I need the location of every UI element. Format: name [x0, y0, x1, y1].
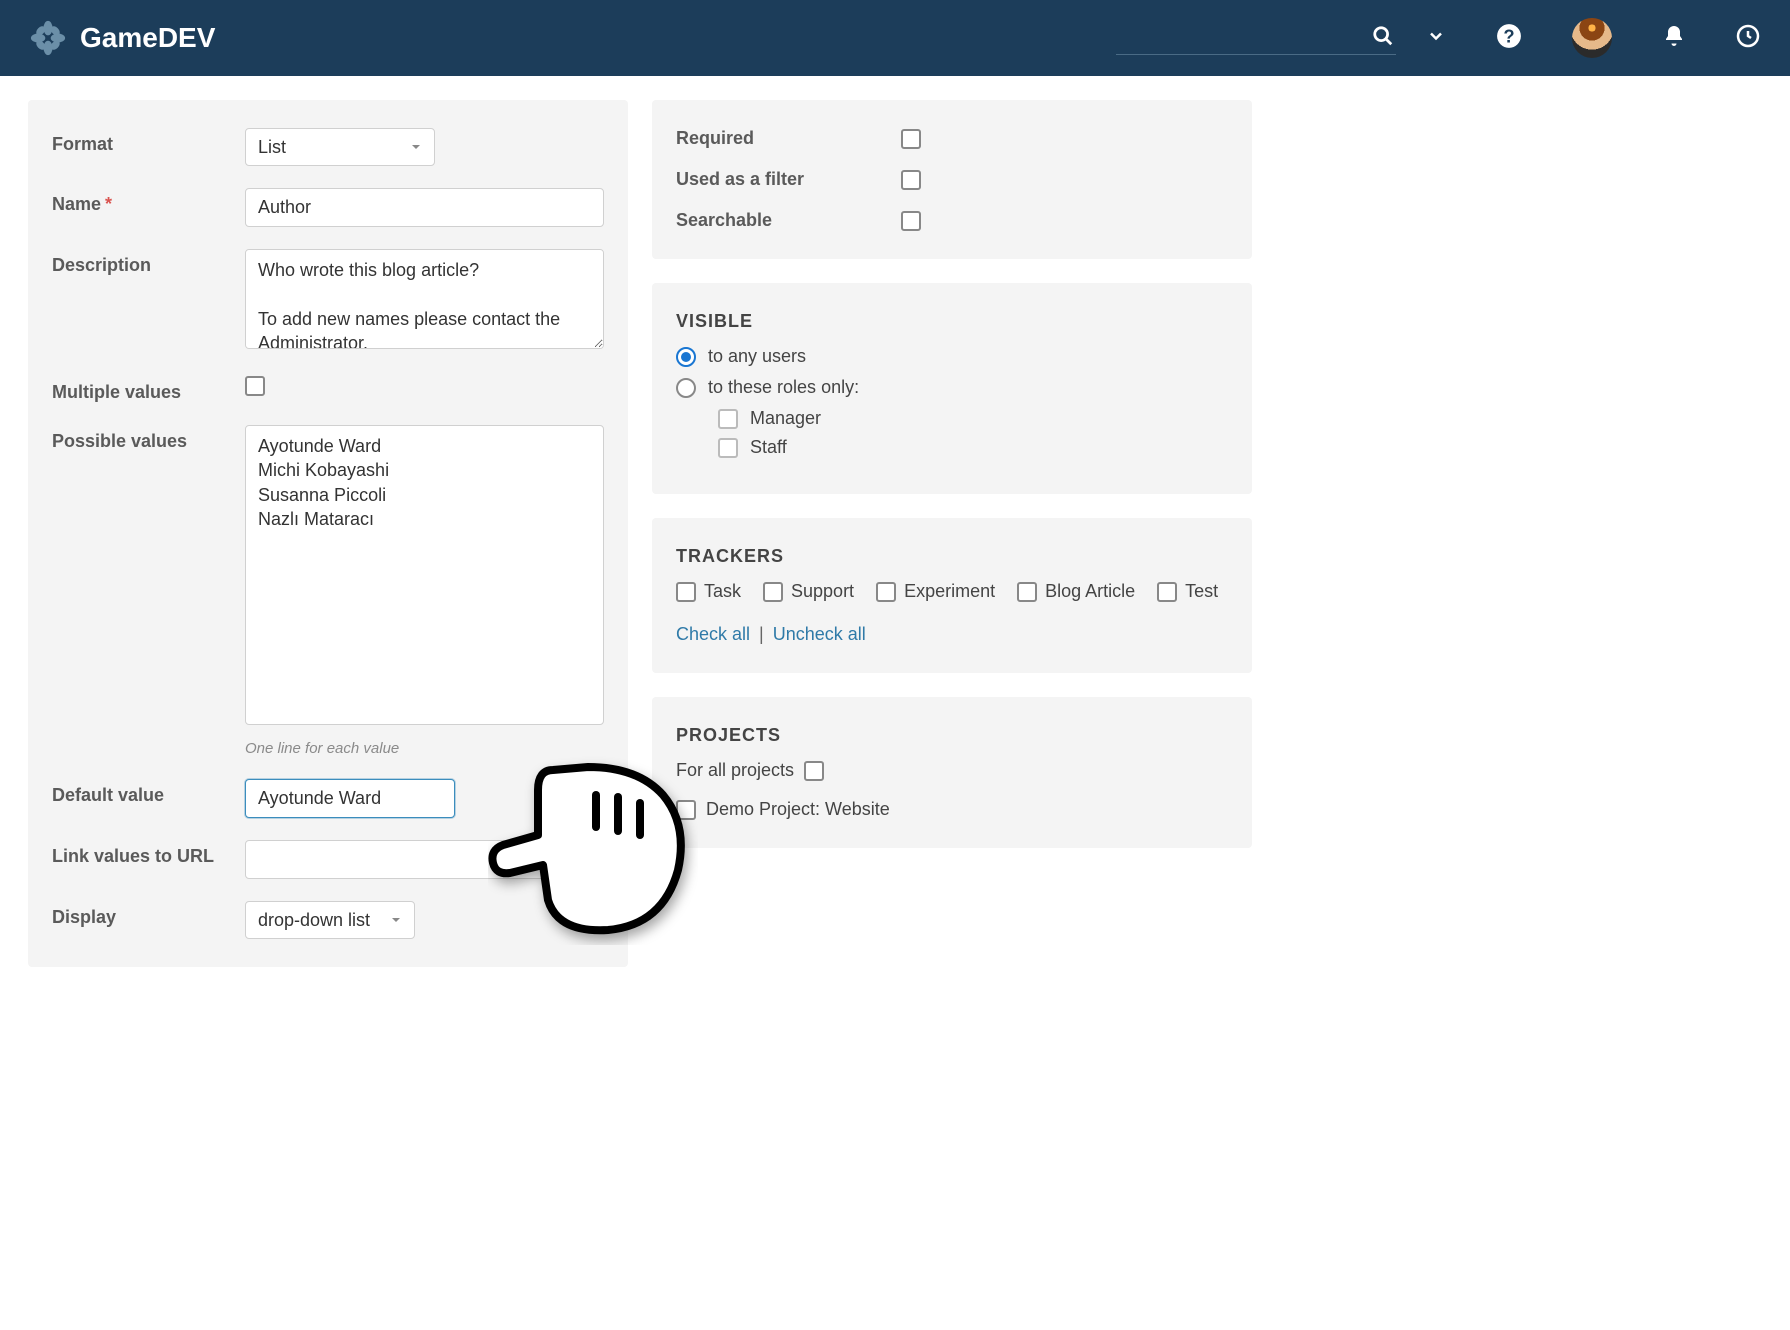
possible-hint: One line for each value — [245, 740, 604, 757]
tracker-checkbox[interactable] — [676, 582, 696, 602]
row-searchable: Searchable — [676, 210, 1228, 231]
tracker-item[interactable]: Task — [676, 581, 741, 602]
page-content: Format List Name* Description Multiple v… — [0, 76, 1280, 991]
description-textarea[interactable] — [245, 249, 604, 349]
search-input[interactable] — [1116, 21, 1396, 55]
default-value-input[interactable] — [245, 779, 455, 818]
avatar[interactable] — [1572, 18, 1612, 58]
visible-any-label: to any users — [708, 346, 806, 367]
row-required: Required — [676, 128, 1228, 149]
brand-wrap[interactable]: GameDEV — [30, 20, 215, 56]
visible-panel: Visible to any users to these roles only… — [652, 283, 1252, 494]
project-item-row[interactable]: Demo Project: Website — [676, 799, 1228, 820]
brand-logo-icon — [30, 20, 66, 56]
search-wrap — [1116, 21, 1396, 55]
separator: | — [759, 624, 764, 644]
role-staff-checkbox[interactable] — [718, 438, 738, 458]
multiple-label: Multiple values — [52, 376, 227, 403]
format-select[interactable]: List — [245, 128, 435, 166]
tracker-list: Task Support Experiment Blog Article Tes… — [676, 581, 1228, 602]
svg-text:?: ? — [1503, 25, 1514, 46]
tracker-label: Blog Article — [1045, 581, 1135, 602]
row-possible: Possible values One line for each value — [52, 425, 604, 757]
link-label: Link values to URL — [52, 840, 227, 867]
projects-panel: Projects For all projects Demo Project: … — [652, 697, 1252, 848]
row-name: Name* — [52, 188, 604, 227]
role-manager-row[interactable]: Manager — [718, 408, 1228, 429]
multiple-checkbox[interactable] — [245, 376, 265, 396]
possible-values-textarea[interactable] — [245, 425, 604, 725]
tracker-label: Test — [1185, 581, 1218, 602]
trackers-title: Trackers — [676, 546, 1228, 567]
searchable-checkbox[interactable] — [901, 211, 921, 231]
row-default: Default value — [52, 779, 604, 818]
row-filter: Used as a filter — [676, 169, 1228, 190]
for-all-label: For all projects — [676, 760, 794, 781]
tracker-label: Experiment — [904, 581, 995, 602]
topbar: GameDEV ? — [0, 0, 1790, 76]
project-checkbox[interactable] — [676, 800, 696, 820]
tracker-links: Check all | Uncheck all — [676, 624, 1228, 645]
for-all-row[interactable]: For all projects — [676, 760, 1228, 781]
required-label: Required — [676, 128, 851, 149]
topbar-actions: ? — [1426, 18, 1760, 58]
role-manager-checkbox[interactable] — [718, 409, 738, 429]
row-display: Display drop-down list — [52, 901, 604, 939]
default-label: Default value — [52, 779, 227, 806]
role-manager-label: Manager — [750, 408, 821, 429]
visible-roles-row[interactable]: to these roles only: — [676, 377, 1228, 398]
format-label: Format — [52, 128, 227, 155]
clock-icon[interactable] — [1736, 24, 1760, 53]
bell-icon[interactable] — [1662, 24, 1686, 53]
row-description: Description — [52, 249, 604, 354]
role-staff-row[interactable]: Staff — [718, 437, 1228, 458]
row-format: Format List — [52, 128, 604, 166]
for-all-checkbox[interactable] — [804, 761, 824, 781]
link-url-input[interactable] — [245, 840, 604, 879]
row-link: Link values to URL — [52, 840, 604, 879]
tracker-item[interactable]: Blog Article — [1017, 581, 1135, 602]
visible-any-radio[interactable] — [676, 347, 696, 367]
role-staff-label: Staff — [750, 437, 787, 458]
tracker-item[interactable]: Experiment — [876, 581, 995, 602]
tracker-checkbox[interactable] — [763, 582, 783, 602]
left-panel: Format List Name* Description Multiple v… — [28, 100, 628, 967]
searchable-label: Searchable — [676, 210, 851, 231]
uncheck-all-link[interactable]: Uncheck all — [773, 624, 866, 644]
tracker-checkbox[interactable] — [1157, 582, 1177, 602]
search-icon[interactable] — [1372, 25, 1394, 52]
display-select[interactable]: drop-down list — [245, 901, 415, 939]
visible-roles-radio[interactable] — [676, 378, 696, 398]
description-label: Description — [52, 249, 227, 276]
tracker-item[interactable]: Test — [1157, 581, 1218, 602]
tracker-item[interactable]: Support — [763, 581, 854, 602]
display-label: Display — [52, 901, 227, 928]
visible-any-row[interactable]: to any users — [676, 346, 1228, 367]
possible-label: Possible values — [52, 425, 227, 452]
options-panel: Required Used as a filter Searchable — [652, 100, 1252, 259]
help-icon[interactable]: ? — [1496, 23, 1522, 54]
name-label: Name* — [52, 188, 227, 215]
visible-title: Visible — [676, 311, 1228, 332]
projects-title: Projects — [676, 725, 1228, 746]
tracker-label: Support — [791, 581, 854, 602]
role-list: Manager Staff — [718, 408, 1228, 458]
tracker-checkbox[interactable] — [876, 582, 896, 602]
visible-roles-label: to these roles only: — [708, 377, 859, 398]
trackers-panel: Trackers Task Support Experiment Blog Ar… — [652, 518, 1252, 673]
right-column: Required Used as a filter Searchable Vis… — [652, 100, 1252, 967]
name-input[interactable] — [245, 188, 604, 227]
project-label: Demo Project: Website — [706, 799, 890, 820]
required-checkbox[interactable] — [901, 129, 921, 149]
filter-checkbox[interactable] — [901, 170, 921, 190]
filter-label: Used as a filter — [676, 169, 851, 190]
check-all-link[interactable]: Check all — [676, 624, 750, 644]
row-multiple: Multiple values — [52, 376, 604, 403]
tracker-checkbox[interactable] — [1017, 582, 1037, 602]
brand-name: GameDEV — [80, 22, 215, 54]
tracker-label: Task — [704, 581, 741, 602]
chevron-down-icon[interactable] — [1426, 26, 1446, 51]
